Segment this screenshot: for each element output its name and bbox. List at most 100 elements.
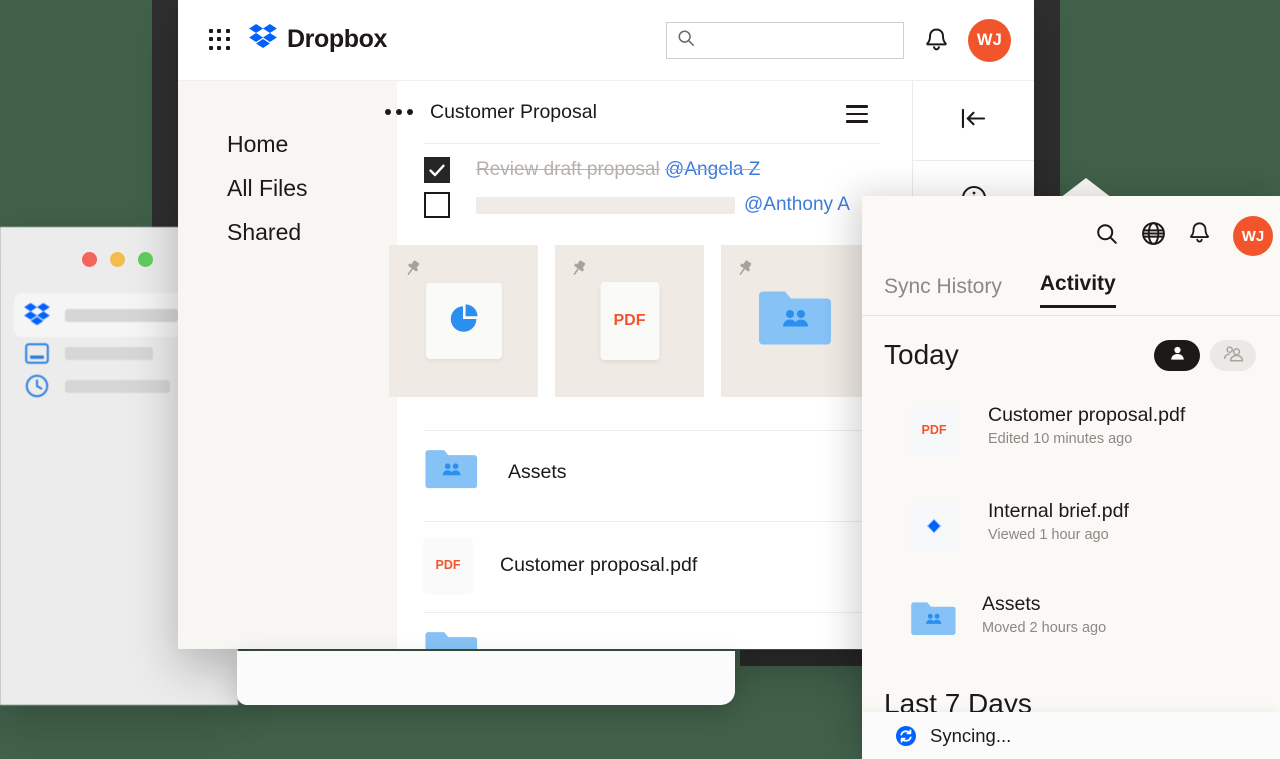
filter-multiple-people-toggle[interactable]: [1210, 340, 1256, 371]
pin-icon: [402, 259, 422, 284]
file-divider-top: [424, 430, 880, 431]
panel-header-icons: WJ: [1095, 216, 1273, 256]
panel-pointer-notch: [1060, 178, 1112, 198]
minimize-yellow-button[interactable]: [110, 252, 125, 267]
sync-status-text: Syncing...: [930, 725, 1011, 747]
collapse-panel-button[interactable]: [913, 81, 1034, 161]
activity-text: Assets Moved 2 hours ago: [982, 592, 1106, 636]
task-mention[interactable]: @Anthony A: [744, 194, 850, 216]
avatar-initials: WJ: [1242, 228, 1265, 245]
shared-folder-icon: [757, 288, 835, 355]
task-checkbox-checked[interactable]: [424, 157, 450, 183]
screenshot-stage: Dropbox WJ Home Al: [0, 0, 1280, 759]
search-box[interactable]: [666, 22, 904, 59]
section-title-today: Today: [884, 339, 959, 371]
sidebar-item-all-files[interactable]: All Files: [178, 166, 397, 210]
search-icon[interactable]: [1095, 222, 1119, 251]
desktop-row-label-placeholder: [65, 347, 153, 360]
file-divider-bottom: [424, 612, 880, 613]
window-traffic-lights[interactable]: [82, 252, 153, 267]
pinned-card-shared-folder[interactable]: [721, 245, 870, 397]
web-sidebar: Home All Files Shared: [178, 81, 397, 649]
tab-sync-history[interactable]: Sync History: [884, 275, 1002, 308]
task-label: Review draft proposal @Angela Z: [476, 159, 760, 181]
globe-icon[interactable]: [1141, 221, 1166, 251]
close-red-button[interactable]: [82, 252, 97, 267]
sidebar-item-shared[interactable]: Shared: [178, 210, 397, 254]
dropbox-logo-icon: [248, 24, 278, 55]
activity-file-name: Internal brief.pdf: [988, 499, 1129, 523]
tab-label: Sync History: [884, 275, 1002, 298]
activity-item-assets[interactable]: Assets Moved 2 hours ago: [910, 592, 1106, 646]
file-row-partial[interactable]: [424, 629, 480, 649]
browser-bottom-bar: [237, 651, 735, 705]
dropbox-paper-icon: [910, 499, 958, 553]
dropbox-brand[interactable]: Dropbox: [248, 24, 387, 55]
avatar[interactable]: WJ: [968, 19, 1011, 62]
file-name: Customer proposal.pdf: [500, 554, 697, 577]
pdf-badge-label: PDF: [922, 423, 947, 437]
activity-meta: Edited 10 minutes ago: [988, 431, 1185, 447]
pinned-card-presentation[interactable]: [389, 245, 538, 397]
activity-text: Internal brief.pdf Viewed 1 hour ago: [988, 499, 1129, 543]
shared-folder-icon: [910, 592, 958, 646]
filter-single-person-toggle[interactable]: [1154, 340, 1200, 371]
brand-name: Dropbox: [287, 25, 387, 54]
file-row-assets[interactable]: Assets: [424, 447, 567, 497]
pin-icon: [734, 259, 754, 284]
collapse-panel-left-icon: [960, 107, 987, 135]
sidebar-item-label: Shared: [227, 219, 301, 245]
more-horizontal-icon[interactable]: [385, 109, 413, 115]
title-divider: [424, 143, 880, 144]
task-mention[interactable]: @Angela Z: [665, 159, 760, 180]
activity-file-name: Customer proposal.pdf: [988, 403, 1185, 427]
tab-label: Activity: [1040, 272, 1116, 295]
pdf-file-icon: PDF: [910, 403, 958, 457]
pin-icon: [568, 259, 588, 284]
pie-chart-icon: [447, 302, 481, 341]
pinned-cards: PDF: [389, 245, 870, 397]
window-card-icon: [22, 338, 52, 368]
maximize-green-button[interactable]: [138, 252, 153, 267]
pinned-card-pdf[interactable]: PDF: [555, 245, 704, 397]
shared-folder-icon: [424, 447, 480, 497]
bell-icon[interactable]: [924, 27, 949, 59]
desktop-row-label-placeholder: [65, 380, 170, 393]
tabs-divider: [862, 315, 1280, 316]
dropbox-logo-icon: [22, 300, 52, 330]
page-title: Customer Proposal: [430, 101, 597, 124]
hamburger-menu-icon[interactable]: [846, 105, 868, 128]
activity-text: Customer proposal.pdf Edited 10 minutes …: [988, 403, 1185, 447]
desktop-row-label-placeholder: [65, 309, 178, 322]
apps-grid-icon[interactable]: [209, 29, 231, 51]
activity-item-internal-brief[interactable]: Internal brief.pdf Viewed 1 hour ago: [910, 499, 1129, 553]
tab-activity[interactable]: Activity: [1040, 272, 1116, 308]
bell-icon[interactable]: [1188, 221, 1211, 251]
search-input[interactable]: [703, 32, 893, 49]
sidebar-item-home[interactable]: Home: [178, 122, 397, 166]
activity-file-name: Assets: [982, 592, 1106, 616]
sync-icon: [895, 725, 917, 747]
pdf-badge-label: PDF: [614, 312, 646, 330]
folder-icon: [424, 629, 480, 649]
task-checkbox-unchecked[interactable]: [424, 192, 450, 218]
search-icon: [677, 29, 695, 52]
clock-icon: [22, 371, 52, 401]
panel-tabs: Sync History Activity: [884, 272, 1116, 308]
pdf-badge-label: PDF: [436, 558, 461, 572]
presentation-thumbnail: [426, 283, 502, 359]
file-divider-mid: [424, 521, 880, 522]
activity-item-customer-proposal[interactable]: PDF Customer proposal.pdf Edited 10 minu…: [910, 403, 1185, 457]
file-row-customer-proposal[interactable]: PDF Customer proposal.pdf: [424, 538, 697, 592]
activity-panel: Sync History Activity Today: [862, 196, 1280, 759]
sync-status-bar: Syncing...: [862, 712, 1280, 759]
sidebar-item-label: All Files: [227, 175, 308, 201]
file-name: Assets: [508, 461, 567, 484]
sidebar-item-label: Home: [227, 131, 288, 157]
task-text-placeholder: [476, 197, 735, 214]
task-item-2[interactable]: @Anthony A: [424, 192, 850, 218]
task-item-1[interactable]: Review draft proposal @Angela Z: [424, 157, 760, 183]
activity-filter-toggles[interactable]: [1154, 340, 1256, 371]
pdf-file-icon: PDF: [424, 538, 472, 592]
avatar[interactable]: WJ: [1233, 216, 1273, 256]
